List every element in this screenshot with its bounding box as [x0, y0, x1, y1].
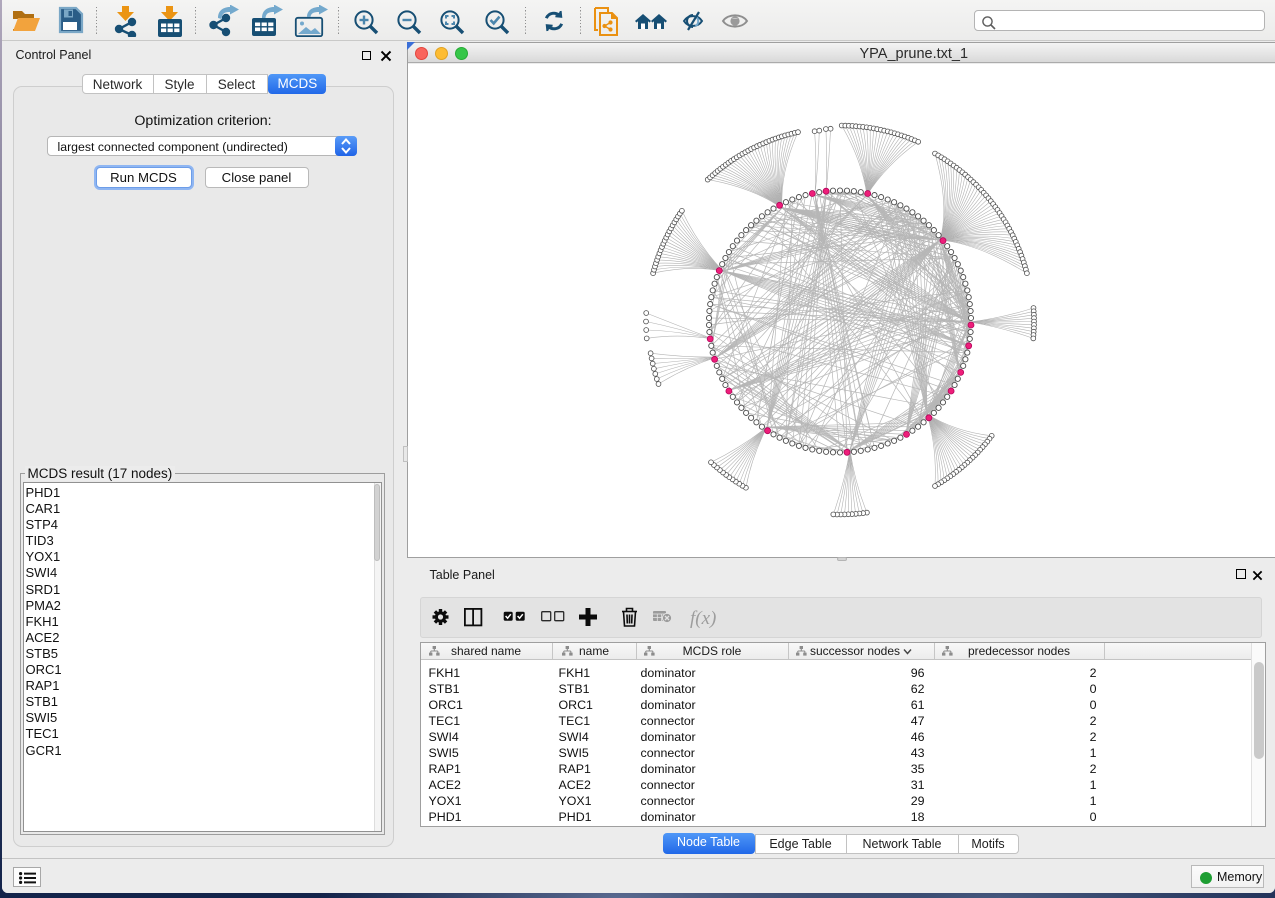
svg-text:f(x): f(x) [690, 608, 716, 629]
